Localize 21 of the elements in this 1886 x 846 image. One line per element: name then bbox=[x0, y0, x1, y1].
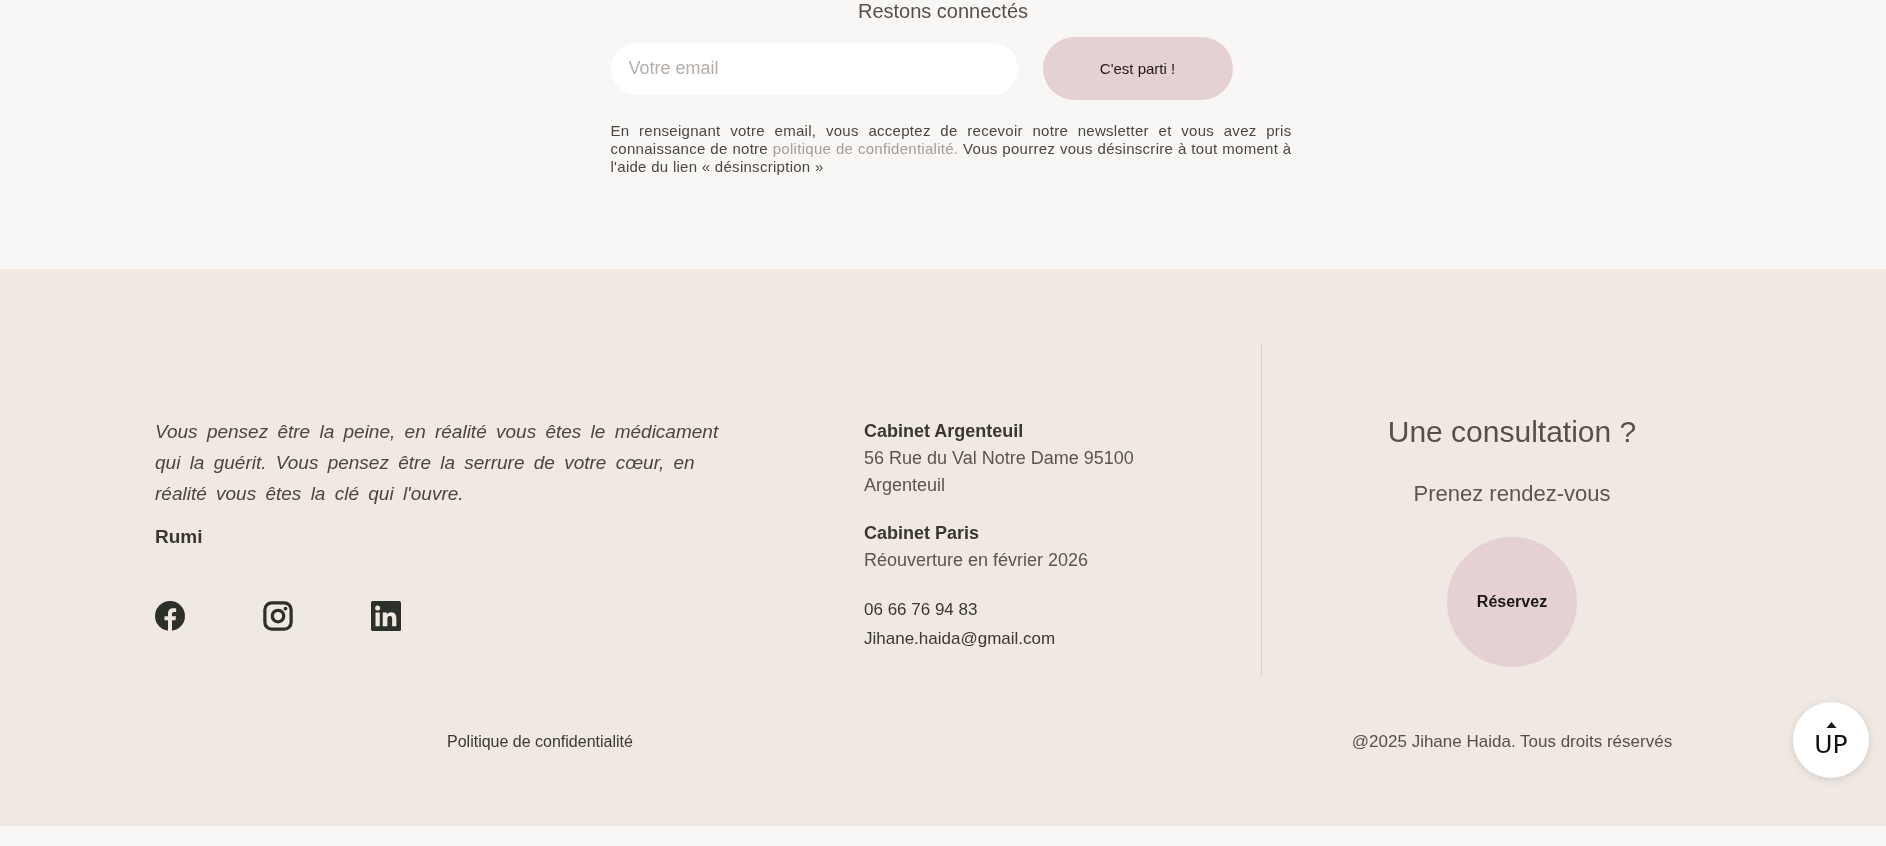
quote-text: Vous pensez être la peine, en réalité vous êtes le médicament qui la guérit. Vous pensez être la serrure de votre cœur, en réalité vous êtes la clé qui l'ouvre. bbox=[155, 420, 720, 506]
facebook-icon[interactable] bbox=[155, 601, 185, 631]
quote-author: Rumi bbox=[155, 525, 203, 549]
consent-text: En renseignant votre email, vous acceptez de recevoir notre newsletter et vous avez pris connaissance de notre politique de confidentialité. Vous pourrez vous désinscrire à tout moment à l'aide du lien « désinscription » bbox=[610, 122, 1292, 176]
newsletter-heading: Restons connectés bbox=[857, 0, 1029, 22]
office-address: 56 Rue du Val Notre Dame 95100 Argenteuil bbox=[864, 447, 1135, 497]
email-field[interactable]: Votre email bbox=[610, 42, 1018, 95]
office-address: Réouverture en février 2026 bbox=[864, 549, 1090, 572]
booking-subtitle: Prenez rendez-vous bbox=[1413, 480, 1611, 508]
privacy-policy-link[interactable]: Politique de confidentialité bbox=[447, 733, 633, 750]
instagram-icon[interactable] bbox=[263, 601, 293, 631]
caret-icon bbox=[1825, 722, 1837, 728]
linkedin-icon[interactable] bbox=[371, 601, 401, 631]
booking-title: Une consultation ? bbox=[1387, 414, 1637, 450]
email-address[interactable]: Jihane.haida@gmail.com bbox=[864, 624, 1056, 653]
copyright-text: @2025 Jihane Haida. Tous droits réservés bbox=[1351, 732, 1673, 752]
office-name: Cabinet Argenteuil bbox=[864, 420, 1024, 443]
book-button[interactable]: Réservez bbox=[1447, 537, 1577, 667]
submit-button[interactable]: C'est parti ! bbox=[1042, 37, 1233, 100]
office-name: Cabinet Paris bbox=[864, 522, 980, 545]
phone-number[interactable]: 06 66 76 94 83 bbox=[864, 595, 978, 624]
